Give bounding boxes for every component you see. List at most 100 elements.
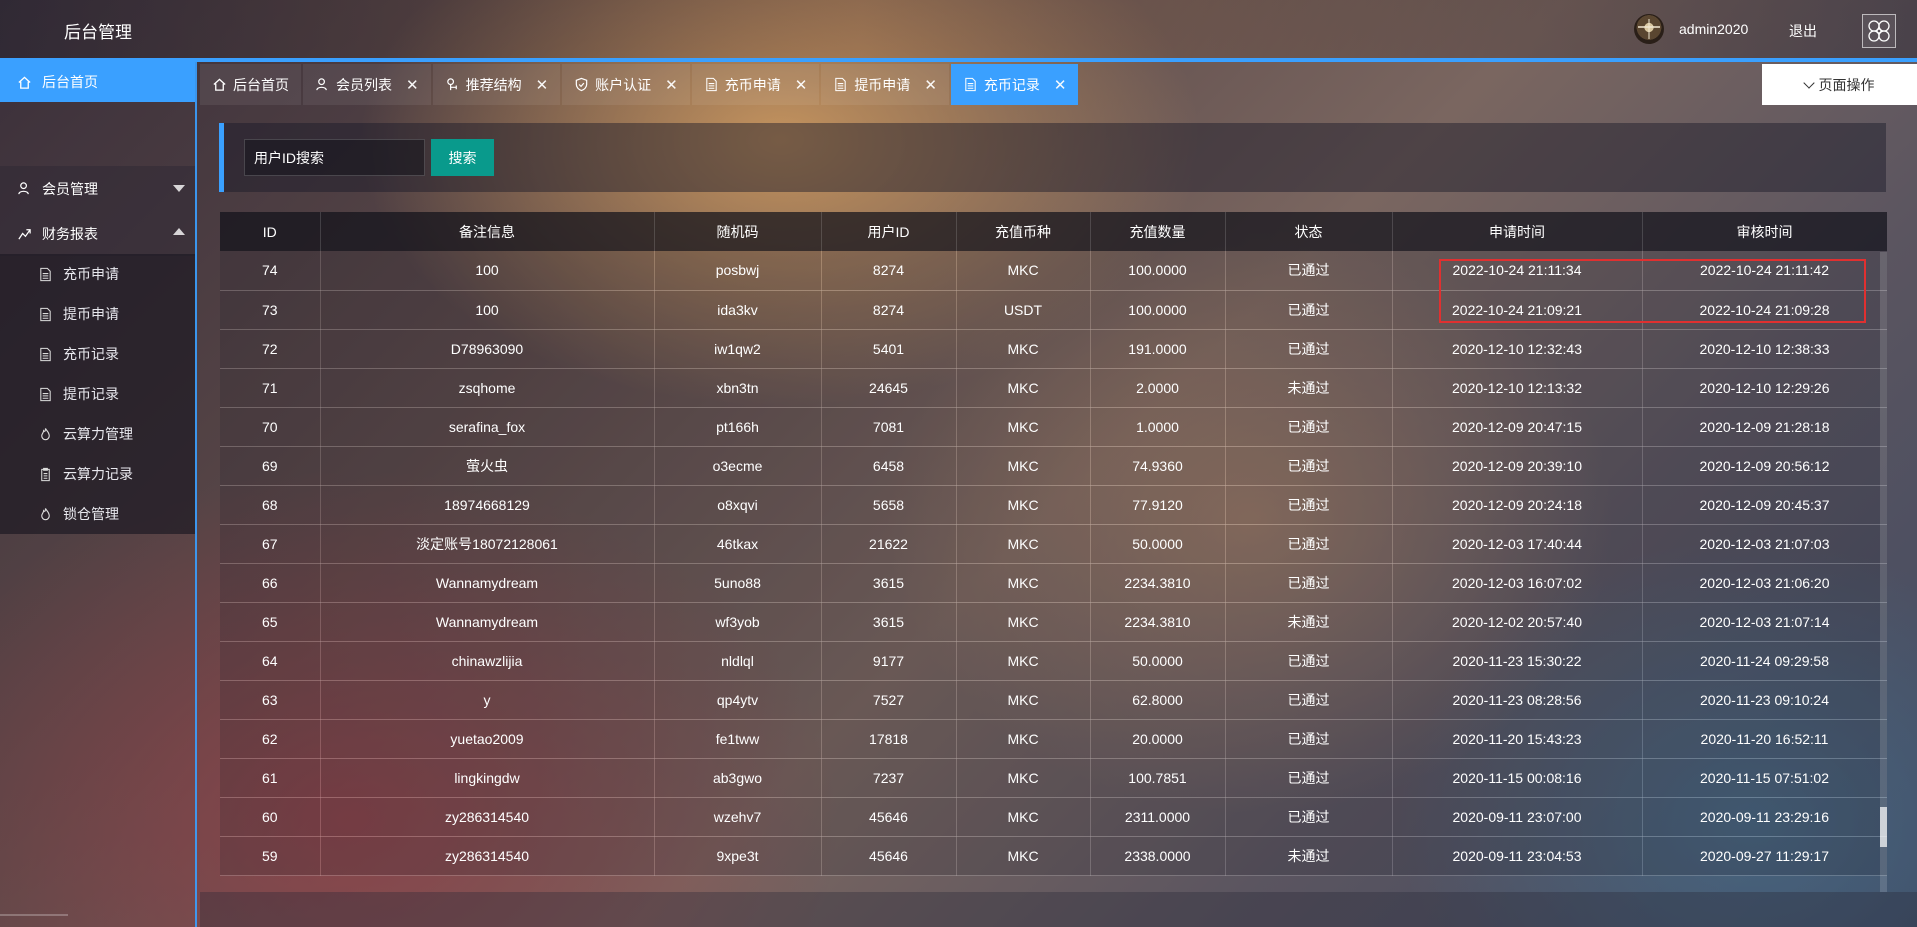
close-icon[interactable]: ✕ bbox=[406, 76, 419, 94]
tab-withdraw-apply[interactable]: 提币申请 ✕ bbox=[821, 64, 949, 105]
sidebar-item-home[interactable]: 后台首页 bbox=[0, 62, 195, 102]
tab-member-list[interactable]: 会员列表 ✕ bbox=[303, 64, 431, 105]
cell-status: 未通过 bbox=[1225, 836, 1393, 876]
cell-apply-time: 2020-12-10 12:32:43 bbox=[1392, 329, 1643, 369]
cell-user-id: 8274 bbox=[821, 290, 957, 330]
cell-status: 已通过 bbox=[1225, 485, 1393, 525]
cell-apply-time: 2020-09-11 23:04:53 bbox=[1392, 836, 1643, 876]
cell-user-id: 45646 bbox=[821, 836, 957, 876]
table-row[interactable]: 62 yuetao2009 fe1tww 17818 MKC 20.0000 已通过 2020… bbox=[220, 719, 1887, 759]
table-row[interactable]: 64 chinawzlijia nldlql 9177 MKC 50.0000 已通过 202… bbox=[220, 641, 1887, 681]
table-row[interactable]: 68 18974668129 o8xqvi 5658 MKC 77.9120 已通过 2020… bbox=[220, 485, 1887, 525]
search-button[interactable]: 搜索 bbox=[431, 139, 494, 176]
username[interactable]: admin2020 bbox=[1679, 21, 1748, 37]
cell-user-id: 8274 bbox=[821, 251, 957, 291]
cell-currency: MKC bbox=[956, 836, 1091, 876]
cell-remark: 淡定账号18072128061 bbox=[320, 524, 655, 564]
table-row[interactable]: 60 zy286314540 wzehv7 45646 MKC 2311.0000 已通过 2… bbox=[220, 797, 1887, 837]
tab-label: 后台首页 bbox=[233, 76, 289, 93]
cell-status: 已通过 bbox=[1225, 563, 1393, 603]
scrollbar-thumb[interactable] bbox=[1880, 807, 1887, 847]
column-header-id: ID bbox=[220, 212, 321, 251]
page-operations-button[interactable]: 页面操作 bbox=[1762, 64, 1917, 105]
table-scrollbar[interactable] bbox=[1880, 252, 1887, 892]
cell-remark: Wannamydream bbox=[320, 563, 655, 603]
cell-id: 65 bbox=[220, 602, 321, 642]
close-icon[interactable]: ✕ bbox=[536, 76, 549, 94]
cell-status: 已通过 bbox=[1225, 641, 1393, 681]
table-row[interactable]: 70 serafina_fox pt166h 7081 MKC 1.0000 已通过 2020… bbox=[220, 407, 1887, 447]
table-row[interactable]: 65 Wannamydream wf3yob 3615 MKC 2234.3810 未通过 2… bbox=[220, 602, 1887, 642]
cell-status: 已通过 bbox=[1225, 797, 1393, 837]
cell-apply-time: 2020-11-23 15:30:22 bbox=[1392, 641, 1643, 681]
tab-home[interactable]: 后台首页 bbox=[200, 64, 301, 105]
cell-currency: MKC bbox=[956, 602, 1091, 642]
column-header-amount: 充值数量 bbox=[1090, 212, 1226, 251]
cell-currency: MKC bbox=[956, 641, 1091, 681]
theme-switch-button[interactable] bbox=[1862, 14, 1896, 48]
table-row[interactable]: 74 100 posbwj 8274 MKC 100.0000 已通过 2022-10-24 … bbox=[220, 251, 1887, 291]
document-icon bbox=[38, 387, 53, 402]
close-icon[interactable]: ✕ bbox=[924, 76, 937, 94]
sidebar-item-withdraw-apply[interactable]: 提币申请 bbox=[0, 294, 195, 334]
cell-status: 已通过 bbox=[1225, 446, 1393, 486]
cell-amount: 62.8000 bbox=[1090, 680, 1226, 720]
cell-remark: lingkingdw bbox=[320, 758, 655, 798]
table-row[interactable]: 63 y qp4ytv 7527 MKC 62.8000 已通过 2020-11-23 08:… bbox=[220, 680, 1887, 720]
table-row[interactable]: 61 lingkingdw ab3gwo 7237 MKC 100.7851 已通过 2020… bbox=[220, 758, 1887, 798]
sidebar-item-deposit-records[interactable]: 充币记录 bbox=[0, 334, 195, 374]
table-row[interactable]: 72 D78963090 iw1qw2 5401 MKC 191.0000 已通过 2020-… bbox=[220, 329, 1887, 369]
cell-user-id: 21622 bbox=[821, 524, 957, 564]
user-icon bbox=[315, 77, 330, 92]
table-row[interactable]: 71 zsqhome xbn3tn 24645 MKC 2.0000 未通过 2020-12-… bbox=[220, 368, 1887, 408]
sidebar-group-members[interactable]: 会员管理 bbox=[0, 166, 195, 211]
cell-id: 64 bbox=[220, 641, 321, 681]
table-row[interactable]: 66 Wannamydream 5uno88 3615 MKC 2234.3810 已通过 2… bbox=[220, 563, 1887, 603]
sidebar-item-cloud-power-records[interactable]: 云算力记录 bbox=[0, 454, 195, 494]
cell-apply-time: 2020-11-15 00:08:16 bbox=[1392, 758, 1643, 798]
cell-amount: 50.0000 bbox=[1090, 641, 1226, 681]
tab-deposit-apply[interactable]: 充币申请 ✕ bbox=[691, 64, 820, 105]
table-row[interactable]: 69 萤火虫 o3ecme 6458 MKC 74.9360 已通过 2020-12-09 2… bbox=[220, 446, 1887, 486]
close-icon[interactable]: ✕ bbox=[795, 76, 808, 94]
cell-currency: MKC bbox=[956, 329, 1091, 369]
user-id-search-input[interactable] bbox=[244, 139, 425, 176]
cell-apply-time: 2020-09-11 23:07:00 bbox=[1392, 797, 1643, 837]
column-header-status: 状态 bbox=[1225, 212, 1393, 251]
table-header-row: ID 备注信息 随机码 用户ID 充值币种 充值数量 状态 申请时间 审核时间 bbox=[220, 212, 1887, 251]
cell-review-time: 2022-10-24 21:09:28 bbox=[1642, 290, 1887, 330]
cell-amount: 191.0000 bbox=[1090, 329, 1226, 369]
user-avatar[interactable] bbox=[1634, 14, 1664, 44]
cell-random-code: o3ecme bbox=[654, 446, 822, 486]
sidebar-item-deposit-apply[interactable]: 充币申请 bbox=[0, 254, 195, 294]
document-icon bbox=[38, 267, 53, 282]
tab-account-verification[interactable]: 账户认证 ✕ bbox=[562, 64, 690, 105]
cell-amount: 20.0000 bbox=[1090, 719, 1226, 759]
cell-remark: zy286314540 bbox=[320, 797, 655, 837]
close-icon[interactable]: ✕ bbox=[665, 76, 678, 94]
table-row[interactable]: 59 zy286314540 9xpe3t 45646 MKC 2338.0000 未通过 2… bbox=[220, 836, 1887, 876]
table-row[interactable]: 67 淡定账号18072128061 46tkax 21622 MKC 50.0000 已通… bbox=[220, 524, 1887, 564]
tab-referral-structure[interactable]: 推荐结构 ✕ bbox=[432, 64, 561, 105]
sidebar-item-withdraw-records[interactable]: 提币记录 bbox=[0, 374, 195, 414]
table-row[interactable]: 73 100 ida3kv 8274 USDT 100.0000 已通过 2022-10-24… bbox=[220, 290, 1887, 330]
cell-review-time: 2020-12-10 12:29:26 bbox=[1642, 368, 1887, 408]
cell-apply-time: 2020-12-09 20:24:18 bbox=[1392, 485, 1643, 525]
deposit-records-table: ID 备注信息 随机码 用户ID 充值币种 充值数量 状态 申请时间 审核时间 74 100 pos… bbox=[220, 212, 1887, 892]
brand-title: 后台管理 bbox=[64, 23, 132, 42]
tab-deposit-records[interactable]: 充币记录 ✕ bbox=[950, 64, 1079, 105]
cell-amount: 2311.0000 bbox=[1090, 797, 1226, 837]
close-icon[interactable]: ✕ bbox=[1054, 76, 1067, 94]
cell-status: 已通过 bbox=[1225, 290, 1393, 330]
cell-review-time: 2020-12-03 21:07:14 bbox=[1642, 602, 1887, 642]
tab-label: 推荐结构 bbox=[465, 76, 522, 93]
cell-currency: MKC bbox=[956, 524, 1091, 564]
logout-link[interactable]: 退出 bbox=[1789, 21, 1817, 41]
sidebar-item-cloud-power-manage[interactable]: 云算力管理 bbox=[0, 414, 195, 454]
cell-currency: MKC bbox=[956, 680, 1091, 720]
cell-amount: 2234.3810 bbox=[1090, 602, 1226, 642]
sidebar-item-lock-manage[interactable]: 锁仓管理 bbox=[0, 494, 195, 534]
sidebar-item-label: 充币申请 bbox=[63, 266, 119, 282]
cell-remark: D78963090 bbox=[320, 329, 655, 369]
sidebar-group-finance[interactable]: 财务报表 bbox=[0, 211, 195, 256]
